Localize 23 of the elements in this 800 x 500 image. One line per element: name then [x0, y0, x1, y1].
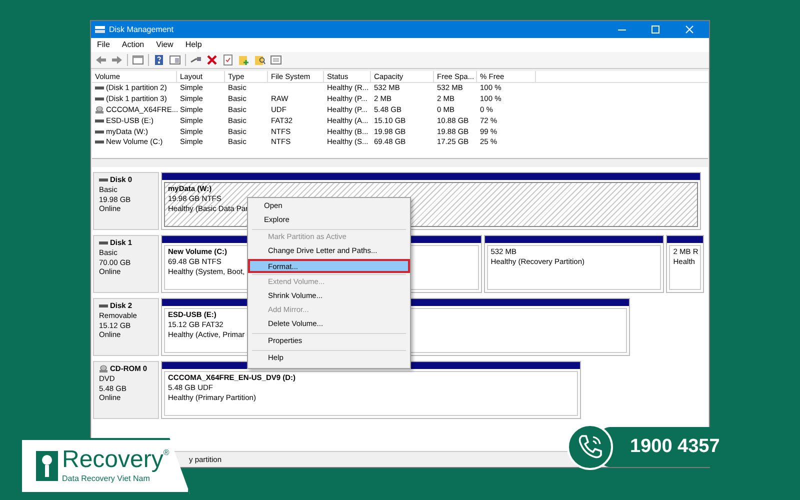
cd-drive-icon [95, 106, 104, 114]
forward-arrow-icon[interactable] [111, 54, 123, 66]
checklist-icon[interactable] [222, 54, 234, 66]
console-icon[interactable] [132, 54, 144, 66]
key-logo-icon [36, 451, 58, 481]
menu-item[interactable]: Help [185, 39, 202, 51]
app-icon [95, 25, 105, 34]
back-arrow-icon[interactable] [95, 54, 107, 66]
menu-item[interactable]: View [156, 39, 174, 51]
list-icon[interactable] [270, 54, 282, 66]
registered-mark: ® [163, 447, 170, 457]
help-icon[interactable] [153, 54, 165, 66]
hotline-number: 1900 4357 [630, 434, 720, 459]
menu-item[interactable]: Action [122, 39, 144, 51]
delete-icon[interactable] [206, 54, 218, 66]
folder-add-icon[interactable] [238, 54, 250, 66]
cd-drive-icon [99, 365, 108, 373]
brand-name: Recovery [62, 447, 164, 473]
brand-tagline: Data Recovery Viet Nam [62, 473, 151, 485]
panel-icon[interactable] [169, 54, 181, 66]
window-title: Disk Management [109, 24, 174, 36]
menu-item[interactable]: File [97, 39, 110, 51]
folder-search-icon[interactable] [254, 54, 266, 66]
